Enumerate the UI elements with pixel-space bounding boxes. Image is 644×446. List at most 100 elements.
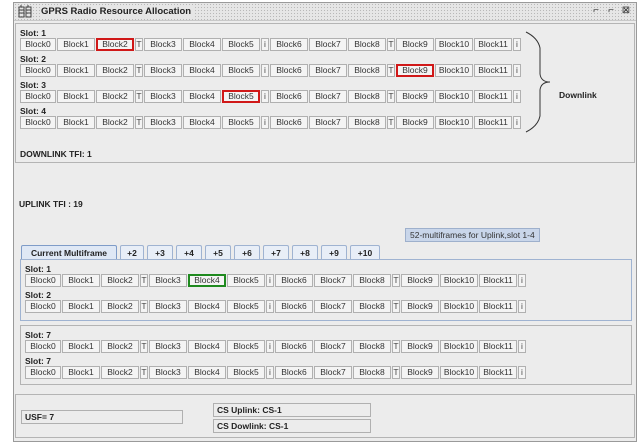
block-cell[interactable]: Block4 [188,340,226,353]
block-cell[interactable]: Block1 [57,38,95,51]
block-cell[interactable]: Block9 [401,340,439,353]
block-cell[interactable]: Block6 [270,64,308,77]
block-cell[interactable]: Block11 [479,340,517,353]
block-cell[interactable]: T [392,340,400,353]
block-cell[interactable]: Block8 [348,90,386,103]
block-cell[interactable]: Block11 [474,64,512,77]
block-cell[interactable]: T [387,90,395,103]
block-cell[interactable]: i [261,64,269,77]
block-cell[interactable]: Block6 [275,274,313,287]
block-cell[interactable]: Block0 [25,340,61,353]
block-cell[interactable]: Block1 [57,64,95,77]
block-cell[interactable]: i [513,64,521,77]
block-cell[interactable]: Block2 [96,38,134,51]
block-cell[interactable]: Block10 [435,90,473,103]
block-cell[interactable]: i [261,38,269,51]
block-cell[interactable]: i [513,116,521,129]
tab-offset[interactable]: +7 [263,245,289,260]
block-cell[interactable]: T [140,274,148,287]
block-cell[interactable]: Block1 [62,366,100,379]
block-cell[interactable]: i [513,38,521,51]
block-cell[interactable]: Block7 [314,300,352,313]
block-cell[interactable]: Block2 [96,64,134,77]
tab-offset[interactable]: +4 [176,245,202,260]
block-cell[interactable]: Block9 [396,38,434,51]
block-cell[interactable]: Block3 [149,274,187,287]
block-cell[interactable]: Block2 [101,366,139,379]
tab-offset[interactable]: +5 [205,245,231,260]
block-cell[interactable]: i [518,366,526,379]
block-cell[interactable]: Block4 [188,274,226,287]
block-cell[interactable]: Block7 [309,64,347,77]
block-cell[interactable]: Block6 [270,116,308,129]
block-cell[interactable]: Block10 [435,38,473,51]
tab-current-multiframe[interactable]: Current Multiframe [21,245,117,260]
block-cell[interactable]: Block8 [348,38,386,51]
block-cell[interactable]: Block2 [96,116,134,129]
block-cell[interactable]: Block3 [144,116,182,129]
block-cell[interactable]: Block10 [435,64,473,77]
tab-offset[interactable]: +8 [292,245,318,260]
block-cell[interactable]: T [140,366,148,379]
block-cell[interactable]: Block3 [149,366,187,379]
block-cell[interactable]: Block4 [183,90,221,103]
block-cell[interactable]: i [266,340,274,353]
block-cell[interactable]: Block9 [396,116,434,129]
block-cell[interactable]: Block1 [62,340,100,353]
block-cell[interactable]: Block4 [188,366,226,379]
block-cell[interactable]: Block0 [20,64,56,77]
block-cell[interactable]: Block6 [275,366,313,379]
block-cell[interactable]: Block3 [149,300,187,313]
block-cell[interactable]: Block4 [188,300,226,313]
block-cell[interactable]: Block6 [275,300,313,313]
block-cell[interactable]: Block11 [479,300,517,313]
maximize-icon[interactable]: ⌐ [605,5,617,17]
block-cell[interactable]: i [518,274,526,287]
block-cell[interactable]: Block3 [144,64,182,77]
tab-offset[interactable]: +3 [147,245,173,260]
block-cell[interactable]: Block1 [57,90,95,103]
block-cell[interactable]: Block5 [222,116,260,129]
tab-offset[interactable]: +9 [321,245,347,260]
block-cell[interactable]: Block8 [348,64,386,77]
block-cell[interactable]: Block10 [435,116,473,129]
block-cell[interactable]: Block11 [474,90,512,103]
block-cell[interactable]: Block11 [474,116,512,129]
block-cell[interactable]: Block10 [440,274,478,287]
block-cell[interactable]: Block0 [25,274,61,287]
block-cell[interactable]: Block7 [314,366,352,379]
block-cell[interactable]: T [135,90,143,103]
block-cell[interactable]: Block6 [275,340,313,353]
block-cell[interactable]: Block5 [227,300,265,313]
block-cell[interactable]: Block11 [474,38,512,51]
block-cell[interactable]: Block11 [479,366,517,379]
block-cell[interactable]: T [392,300,400,313]
block-cell[interactable]: Block6 [270,38,308,51]
block-cell[interactable]: Block8 [353,274,391,287]
block-cell[interactable]: Block2 [96,90,134,103]
block-cell[interactable]: Block3 [149,340,187,353]
block-cell[interactable]: Block9 [396,90,434,103]
block-cell[interactable]: i [513,90,521,103]
block-cell[interactable]: Block8 [353,300,391,313]
minimize-icon[interactable]: ⌐ [590,5,602,17]
block-cell[interactable]: Block10 [440,300,478,313]
block-cell[interactable]: i [518,340,526,353]
block-cell[interactable]: T [392,274,400,287]
block-cell[interactable]: Block5 [227,274,265,287]
block-cell[interactable]: T [392,366,400,379]
block-cell[interactable]: Block5 [222,64,260,77]
block-cell[interactable]: i [266,274,274,287]
block-cell[interactable]: i [518,300,526,313]
block-cell[interactable]: i [261,116,269,129]
block-cell[interactable]: Block4 [183,64,221,77]
block-cell[interactable]: Block0 [20,90,56,103]
block-cell[interactable]: Block5 [227,366,265,379]
tab-offset[interactable]: +2 [120,245,144,260]
tab-offset[interactable]: +10 [350,245,380,260]
block-cell[interactable]: Block9 [401,300,439,313]
block-cell[interactable]: T [387,38,395,51]
block-cell[interactable]: Block2 [101,274,139,287]
tab-offset[interactable]: +6 [234,245,260,260]
block-cell[interactable]: Block7 [309,90,347,103]
